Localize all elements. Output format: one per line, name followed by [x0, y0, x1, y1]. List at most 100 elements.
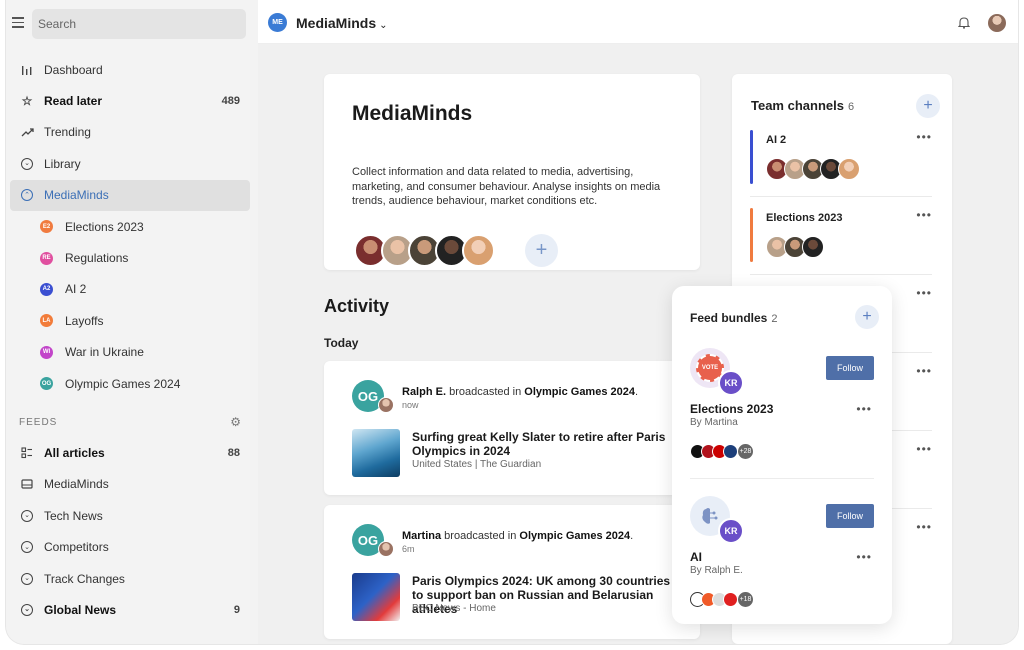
- chevron-circle-icon: ⌄: [20, 540, 34, 554]
- sidebar-item-dashboard[interactable]: Dashboard: [6, 54, 258, 85]
- avatar: [378, 397, 394, 413]
- main-content: MediaMinds Collect information and data …: [258, 44, 1018, 644]
- channel-badge: RE: [40, 251, 53, 265]
- feed-mediaminds[interactable]: MediaMinds: [6, 469, 258, 500]
- avatar[interactable]: [988, 14, 1006, 32]
- bundle-ai[interactable]: KR Follow AI By Ralph E. ••• +18: [690, 496, 874, 616]
- workspace-badge: ME: [268, 13, 287, 32]
- channel-olympic-games-2024[interactable]: OG Olympic Games 2024: [6, 368, 258, 399]
- feed-bundles-count: 2: [771, 313, 778, 325]
- channel-label: War in Ukraine: [65, 345, 144, 360]
- article-thumbnail[interactable]: [352, 429, 400, 477]
- more-options-icon[interactable]: •••: [916, 208, 932, 222]
- hamburger-menu-icon[interactable]: [12, 17, 24, 29]
- bundle-owner-avatar: KR: [718, 370, 744, 396]
- channel-regulations[interactable]: RE Regulations: [6, 242, 258, 273]
- follow-button[interactable]: Follow: [826, 356, 874, 380]
- channel-color-bar: [750, 208, 753, 262]
- channel-layoffs[interactable]: LA Layoffs: [6, 305, 258, 336]
- more-options-icon[interactable]: •••: [916, 130, 932, 144]
- channel-badge: LA: [40, 314, 53, 328]
- source-logo-icon: [723, 444, 738, 459]
- workspace-switcher[interactable]: MediaMinds ⌄: [296, 15, 388, 31]
- sidebar-nav: Dashboard ☆ Read later 489 Trending ⌄ Li…: [6, 54, 258, 626]
- activity-user[interactable]: Ralph E.: [402, 386, 446, 398]
- sidebar-item-read-later[interactable]: ☆ Read later 489: [6, 85, 258, 116]
- channel-badge: OG: [40, 377, 53, 391]
- chevron-circle-icon: ⌄: [20, 509, 34, 523]
- avatar: [802, 236, 824, 258]
- bell-icon[interactable]: [957, 16, 971, 32]
- more-options-icon[interactable]: •••: [916, 520, 932, 534]
- team-channels-title: Team channels: [751, 98, 844, 113]
- more-options-icon[interactable]: •••: [856, 550, 872, 564]
- channel-members: [766, 236, 824, 258]
- feed-all-articles[interactable]: All articles 88: [6, 437, 258, 468]
- sidebar-item-label: Read later: [44, 94, 103, 109]
- sidebar-item-library[interactable]: ⌄ Library: [6, 148, 258, 179]
- page-title: MediaMinds: [352, 102, 473, 125]
- sidebar-item-label: Dashboard: [44, 62, 103, 77]
- activity-item[interactable]: OG Martina broadcasted in Olympic Games …: [324, 505, 700, 639]
- channel-war-in-ukraine[interactable]: WI War in Ukraine: [6, 337, 258, 368]
- grid-list-icon: [20, 446, 34, 460]
- feed-label: Competitors: [44, 540, 109, 555]
- gear-icon[interactable]: ⚙: [230, 415, 242, 429]
- chevron-circle-icon: ⌄: [20, 603, 34, 617]
- divider: [750, 274, 932, 275]
- activity-verb: broadcasted in: [441, 530, 520, 542]
- source-logo-icon: [723, 592, 738, 607]
- sidebar-item-trending[interactable]: Trending: [6, 117, 258, 148]
- activity-channel[interactable]: Olympic Games 2024: [524, 386, 635, 398]
- workspace-hero-card: MediaMinds Collect information and data …: [324, 74, 700, 270]
- sidebar-item-mediaminds[interactable]: ⌃ MediaMinds: [10, 179, 250, 211]
- team-channel-ai-2[interactable]: AI 2 •••: [750, 130, 932, 186]
- feeds-section-label: FEEDS ⚙: [6, 407, 258, 437]
- feed-track-changes[interactable]: ⌄ Track Changes: [6, 563, 258, 594]
- read-later-count: 489: [221, 95, 240, 108]
- avatar: [378, 541, 394, 557]
- activity-item[interactable]: OG Ralph E. broadcasted in Olympic Games…: [324, 361, 700, 495]
- article-headline[interactable]: Surfing great Kelly Slater to retire aft…: [412, 430, 672, 458]
- more-options-icon[interactable]: •••: [916, 442, 932, 456]
- search-row: Search: [6, 9, 258, 39]
- channel-elections-2023[interactable]: E2 Elections 2023: [6, 211, 258, 242]
- channel-label: AI 2: [65, 282, 87, 297]
- feed-competitors[interactable]: ⌄ Competitors: [6, 531, 258, 562]
- chevron-circle-icon: ⌄: [20, 157, 34, 171]
- bundle-owner-avatar: KR: [718, 518, 744, 544]
- channel-badge: A2: [40, 282, 53, 296]
- article-thumbnail[interactable]: [352, 573, 400, 621]
- sidebar-item-label: Library: [44, 156, 81, 171]
- activity-time: now: [402, 400, 419, 410]
- channel-label: Olympic Games 2024: [65, 376, 181, 391]
- follow-button[interactable]: Follow: [826, 504, 874, 528]
- more-sources-count[interactable]: +18: [737, 591, 754, 608]
- channel-ai-2[interactable]: A2 AI 2: [6, 274, 258, 305]
- feed-tech-news[interactable]: ⌄ Tech News: [6, 500, 258, 531]
- activity-user[interactable]: Martina: [402, 530, 441, 542]
- more-sources-count[interactable]: +28: [737, 443, 754, 460]
- channel-members: [766, 158, 860, 180]
- feed-count: 88: [227, 446, 240, 459]
- search-input[interactable]: Search: [32, 9, 246, 39]
- more-options-icon[interactable]: •••: [856, 402, 872, 416]
- more-options-icon[interactable]: •••: [916, 364, 932, 378]
- bundle-elections-2023[interactable]: VOTE KR Follow Elections 2023 By Martina…: [690, 348, 874, 468]
- activity-channel[interactable]: Olympic Games 2024: [519, 530, 630, 542]
- avatar: [838, 158, 860, 180]
- workspace-title: MediaMinds: [296, 15, 377, 31]
- sidebar-item-label: MediaMinds: [44, 188, 109, 203]
- feed-global-news[interactable]: ⌄ Global News 9: [6, 594, 258, 625]
- workspace-description: Collect information and data related to …: [352, 166, 661, 207]
- more-options-icon[interactable]: •••: [916, 286, 932, 300]
- avatar[interactable]: [462, 234, 495, 267]
- add-member-button[interactable]: +: [525, 234, 558, 267]
- divider: [750, 196, 932, 197]
- add-bundle-button[interactable]: +: [855, 305, 879, 329]
- team-channel-elections-2023[interactable]: Elections 2023 •••: [750, 208, 932, 264]
- add-channel-button[interactable]: +: [916, 94, 940, 118]
- team-channels-heading: Team channels 6: [751, 98, 854, 113]
- channel-badge: E2: [40, 220, 53, 234]
- channel-badge: WI: [40, 345, 53, 359]
